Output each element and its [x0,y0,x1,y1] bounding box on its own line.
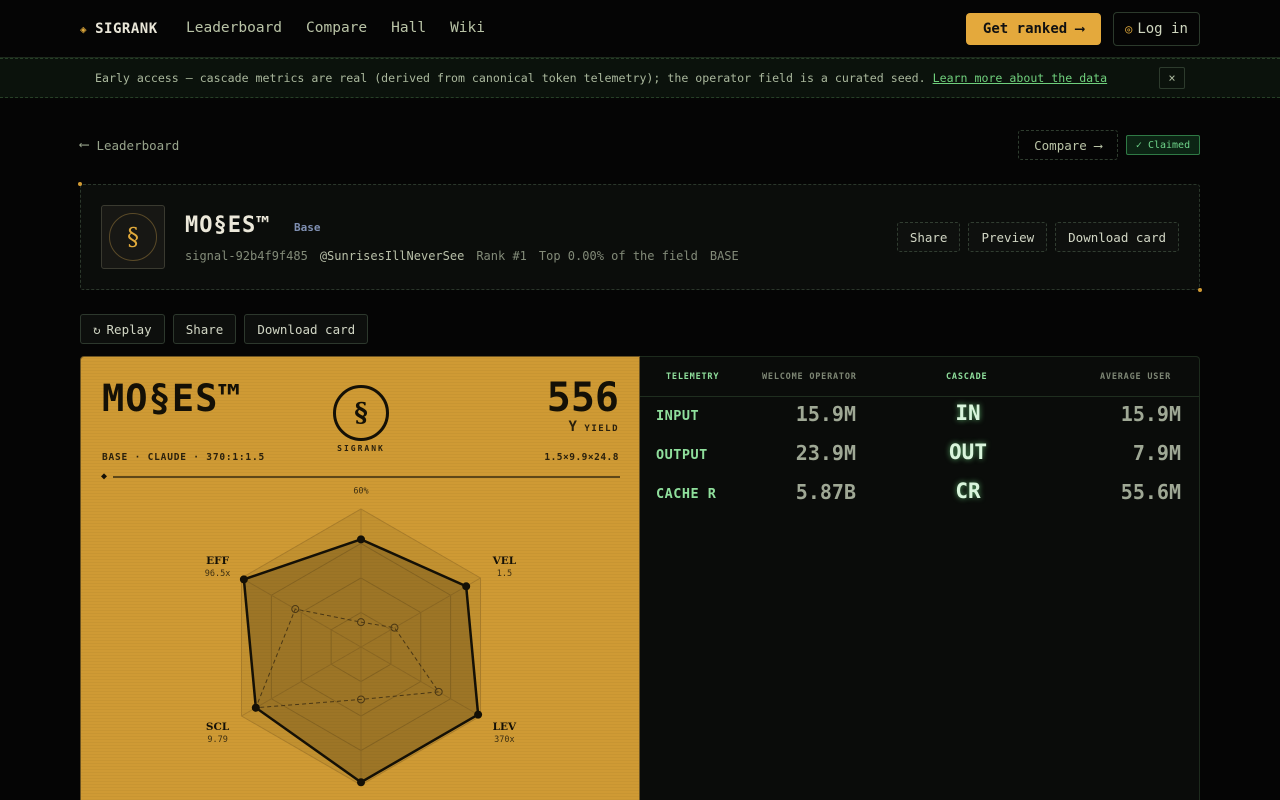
cascade-value: IN [955,401,981,425]
arrow-left-icon: ⟵ [80,137,89,153]
profile-card: § MO§ES™ Base signal-92b4f9f485 @Sunrise… [78,182,1202,292]
target-icon: ◎ [1125,22,1133,36]
operator-series [242,538,480,784]
banner-text: Early access — cascade metrics are real … [95,71,926,85]
operator-point [251,703,260,712]
corner-dot [1198,288,1202,292]
learn-more-link[interactable]: Learn more about the data [933,71,1108,85]
brand-name: SIGRANK [95,21,158,37]
row-label: OUTPUT [656,447,708,463]
top-percent-text: Top 0.00% of the field [538,249,698,263]
radar-axis-value: 60% [353,487,368,496]
operator-point [239,575,248,584]
header-telemetry: TELEMETRY [666,372,720,382]
nav-link-compare[interactable]: Compare [306,20,367,36]
early-access-banner: Early access — cascade metrics are real … [0,58,1280,98]
telemetry-row: CACHE R 5.87B CR 55.6M [640,475,1199,515]
nav-links: Leaderboard Compare Hall Wiki [186,20,485,36]
back-label: Leaderboard [96,137,180,153]
share-button[interactable]: Share [896,222,961,252]
operator-point [357,778,365,787]
banner-message: Early access — cascade metrics are real … [95,71,1107,85]
yield-score: 556 [546,375,619,421]
radar-chart: SNR60%VEL1.5LEV370xPRSSCL9.79EFF96.5x [205,487,517,787]
operator-point [357,535,365,544]
diamond-marker-icon: ◆ [101,471,108,482]
nav-link-leaderboard[interactable]: Leaderboard [186,20,282,36]
operator-value: 5.87B [795,480,856,504]
average-value: 55.6M [1120,480,1181,504]
telemetry-panel: TELEMETRY WELCOME OPERATOR CASCADE AVERA… [640,356,1200,800]
compare-button[interactable]: Compare ⟶ [1018,130,1118,160]
radar-axis-value: 1.5 [497,569,512,579]
average-value: 15.9M [1120,402,1181,426]
row-label: INPUT [656,408,700,424]
radar-axis-label: SCL [206,721,230,733]
progress-line [113,476,620,478]
card-actions: ↻ Replay Share Download card [80,314,369,344]
radar-axis-value: 96.5x [205,569,231,579]
header-operator: WELCOME OPERATOR [762,372,857,382]
replay-label: Replay [106,321,152,337]
header-average: AVERAGE USER [1100,372,1172,382]
diamond-icon: ◈ [80,22,88,36]
get-ranked-button[interactable]: Get ranked ⟶ [966,13,1101,45]
telemetry-row: INPUT 15.9M IN 15.9M [640,397,1199,437]
operator-point [462,582,471,591]
tier-badge: Base [294,221,321,234]
sigrank-logo-icon: § [333,385,389,441]
row-label: CACHE R [656,486,717,502]
close-banner-button[interactable]: × [1159,67,1185,89]
cascade-value: OUT [949,440,987,464]
brand-logo[interactable]: ◈ SIGRANK [80,21,158,37]
profile-name: MO§ES™ [185,213,271,238]
avatar: § [101,205,165,269]
section-sign-icon: § [109,213,157,261]
radar-axis-label: VEL [492,555,517,567]
replay-button[interactable]: ↻ Replay [80,314,165,344]
back-to-leaderboard-link[interactable]: ⟵ Leaderboard [80,137,179,153]
tier-text: BASE [709,249,739,263]
radar-axis-value: 370x [494,735,514,745]
preview-button[interactable]: Preview [968,222,1048,252]
card-logo-text: SIGRANK [337,444,385,453]
operator-point [474,710,483,719]
card-title: MO§ES™ [102,377,242,420]
top-nav: ◈ SIGRANK Leaderboard Compare Hall Wiki … [0,0,1280,58]
download-card-button[interactable]: Download card [1055,222,1179,252]
radar-axis-label: EFF [206,555,229,567]
card-ratio: 1.5×9.9×24.8 [544,452,619,463]
operator-value: 15.9M [795,402,856,426]
radar-axis-label: LEV [493,721,517,733]
operator-value: 23.9M [795,441,856,465]
card-subtitle: BASE · CLAUDE · 370:1:1.5 [102,452,265,463]
signal-card: MO§ES™ § SIGRANK 556 Y YIELD BASE · CLAU… [80,356,640,800]
profile-meta: signal-92b4f9f485 @SunrisesIllNeverSee R… [185,249,739,263]
replay-icon: ↻ [93,321,101,337]
header-cascade: CASCADE [946,372,988,382]
yield-text: YIELD [584,424,619,434]
claimed-badge: ✓ Claimed [1126,135,1200,155]
yield-symbol: Y [568,419,579,435]
card-download-button[interactable]: Download card [244,314,369,344]
nav-link-wiki[interactable]: Wiki [450,20,485,36]
login-button[interactable]: ◎ Log in [1113,12,1200,46]
cascade-value: CR [955,479,981,503]
nav-link-hall[interactable]: Hall [391,20,426,36]
card-share-button[interactable]: Share [172,314,237,344]
average-value: 7.9M [1132,441,1181,465]
radar-axis-value: 9.79 [207,735,227,745]
profile-buttons: Share Preview Download card [896,222,1179,252]
telemetry-header: TELEMETRY WELCOME OPERATOR CASCADE AVERA… [640,357,1199,397]
corner-dot [78,182,82,186]
profile-handle[interactable]: @SunrisesIllNeverSee [320,249,465,263]
telemetry-row: OUTPUT 23.9M OUT 7.9M [640,436,1199,476]
yield-label: Y YIELD [568,419,619,435]
login-label: Log in [1137,21,1188,37]
signal-id: signal-92b4f9f485 [185,249,308,263]
rank-text: Rank #1 [476,249,527,263]
